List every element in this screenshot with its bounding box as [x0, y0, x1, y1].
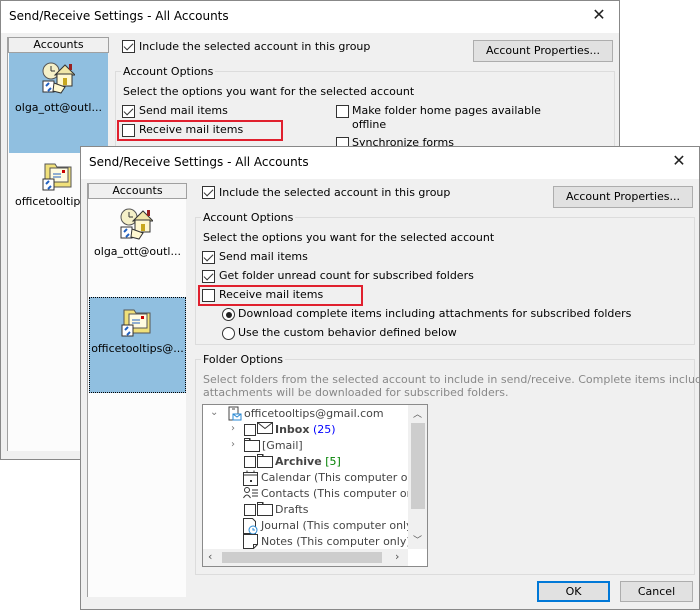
back-close-icon[interactable]: ✕	[589, 5, 609, 25]
mail-icon	[257, 422, 273, 437]
tree-item-label: Drafts	[275, 503, 309, 516]
front-account-label: olga_ott@outl...	[94, 245, 181, 258]
back-make-folder-checkbox[interactable]	[336, 105, 349, 118]
folder-icon	[257, 502, 273, 519]
front-radio-download-label: Download complete items including attach…	[238, 307, 632, 320]
expand-chevron-icon[interactable]: ›	[231, 439, 235, 450]
tree-root-label: officetooltips@gmail.com	[244, 407, 384, 420]
tree-item-label: Notes (This computer only)	[261, 535, 411, 548]
back-account-item-olga[interactable]: olga_ott@outl...	[9, 53, 108, 153]
tree-item-label: Inbox (25)	[275, 423, 336, 436]
back-receive-highlight-box	[117, 120, 283, 141]
front-send-mail-checkbox[interactable]	[202, 251, 215, 264]
front-account-label: officetooltips@...	[91, 342, 184, 355]
account-folder-icon	[41, 158, 75, 195]
account-folder-icon	[120, 304, 154, 341]
tree-item-label: Contacts (This computer on	[261, 487, 414, 500]
tree-item-checkbox[interactable]	[244, 504, 256, 516]
front-options-prompt: Select the options you want for the sele…	[203, 231, 495, 244]
scroll-down-arrow-icon[interactable]: ﹀	[409, 533, 426, 546]
scroll-right-arrow-icon[interactable]: ›	[395, 550, 399, 563]
account-house-icon	[41, 61, 77, 98]
scroll-up-arrow-icon[interactable]: ︿	[409, 407, 426, 420]
tree-horizontal-scrollbar[interactable]: ‹ ›	[203, 549, 408, 566]
front-dialog: Send/Receive Settings - All Accounts ✕ A…	[80, 146, 700, 610]
account-house-icon	[119, 207, 155, 244]
front-titlebar: Send/Receive Settings - All Accounts ✕	[81, 147, 699, 179]
tree-item-label: Calendar (This computer on	[261, 471, 415, 484]
front-radio-custom-behavior[interactable]	[222, 327, 235, 340]
back-account-options-legend: Account Options	[121, 65, 216, 78]
front-account-item-olga[interactable]: olga_ott@outl...	[89, 199, 186, 297]
back-account-properties-button[interactable]: Account Properties...	[473, 40, 613, 62]
back-titlebar: Send/Receive Settings - All Accounts ✕	[1, 1, 619, 33]
collapse-chevron-icon[interactable]: ⌄	[210, 407, 218, 418]
front-dialog-title: Send/Receive Settings - All Accounts	[89, 155, 309, 169]
scroll-left-arrow-icon[interactable]: ‹	[208, 550, 212, 563]
back-make-folder-label: Make folder home pages available	[352, 104, 541, 117]
front-folder-desc-line1: Select folders from the selected account…	[203, 373, 700, 386]
tree-item-count: (25)	[309, 423, 336, 436]
front-account-properties-button[interactable]: Account Properties...	[553, 186, 693, 208]
tree-item-count: [5]	[321, 455, 341, 468]
tree-item-checkbox[interactable]	[244, 424, 256, 436]
back-send-mail-label: Send mail items	[139, 104, 228, 117]
front-account-options-legend: Account Options	[201, 211, 296, 224]
back-include-label: Include the selected account in this gro…	[139, 40, 371, 53]
front-folder-desc-line2: attachments will be downloaded for subsc…	[203, 386, 509, 399]
front-radio-custom-label: Use the custom behavior defined below	[238, 326, 457, 339]
back-dialog-title: Send/Receive Settings - All Accounts	[9, 9, 229, 23]
front-send-mail-label: Send mail items	[219, 250, 308, 263]
back-include-checkbox[interactable]	[122, 40, 135, 53]
front-accounts-panel: Accounts olga_ott@outl... officetooltips…	[87, 183, 187, 597]
tree-vertical-scroll-thumb[interactable]	[411, 423, 425, 509]
front-account-item-officetooltips[interactable]: officetooltips@...	[89, 297, 186, 393]
cancel-button[interactable]: Cancel	[620, 581, 693, 602]
contacts-icon	[243, 486, 259, 503]
tree-item-checkbox[interactable]	[244, 456, 256, 468]
front-radio-download-complete[interactable]	[222, 308, 235, 321]
front-accounts-header: Accounts	[88, 183, 187, 199]
folder-icon	[257, 454, 273, 471]
back-account-label: olga_ott@outl...	[15, 101, 102, 114]
front-include-checkbox[interactable]	[202, 186, 215, 199]
folder-tree[interactable]: ⌄ officetooltips@gmail.com › Inbox (25) › […	[202, 404, 428, 567]
folder-icon	[244, 438, 260, 455]
front-unread-count-checkbox[interactable]	[202, 270, 215, 283]
tree-vertical-scrollbar[interactable]: ︿ ﹀	[408, 405, 427, 549]
ok-button[interactable]: OK	[537, 581, 610, 602]
front-unread-count-label: Get folder unread count for subscribed f…	[219, 269, 474, 282]
expand-chevron-icon[interactable]: ›	[231, 423, 235, 434]
back-accounts-header: Accounts	[8, 37, 109, 53]
back-options-prompt: Select the options you want for the sele…	[123, 85, 415, 98]
front-folder-options-legend: Folder Options	[201, 353, 285, 366]
back-send-mail-checkbox[interactable]	[122, 105, 135, 118]
back-make-folder-label-2: offline	[352, 118, 387, 131]
front-include-label: Include the selected account in this gro…	[219, 186, 451, 199]
tree-horizontal-scroll-thumb[interactable]	[222, 552, 382, 563]
front-receive-highlight-box	[198, 285, 363, 306]
front-close-icon[interactable]: ✕	[669, 151, 689, 171]
tree-item-label: Archive [5]	[275, 455, 341, 468]
tree-item-label: Journal (This computer only	[261, 519, 413, 532]
tree-item-label: [Gmail]	[262, 439, 303, 452]
